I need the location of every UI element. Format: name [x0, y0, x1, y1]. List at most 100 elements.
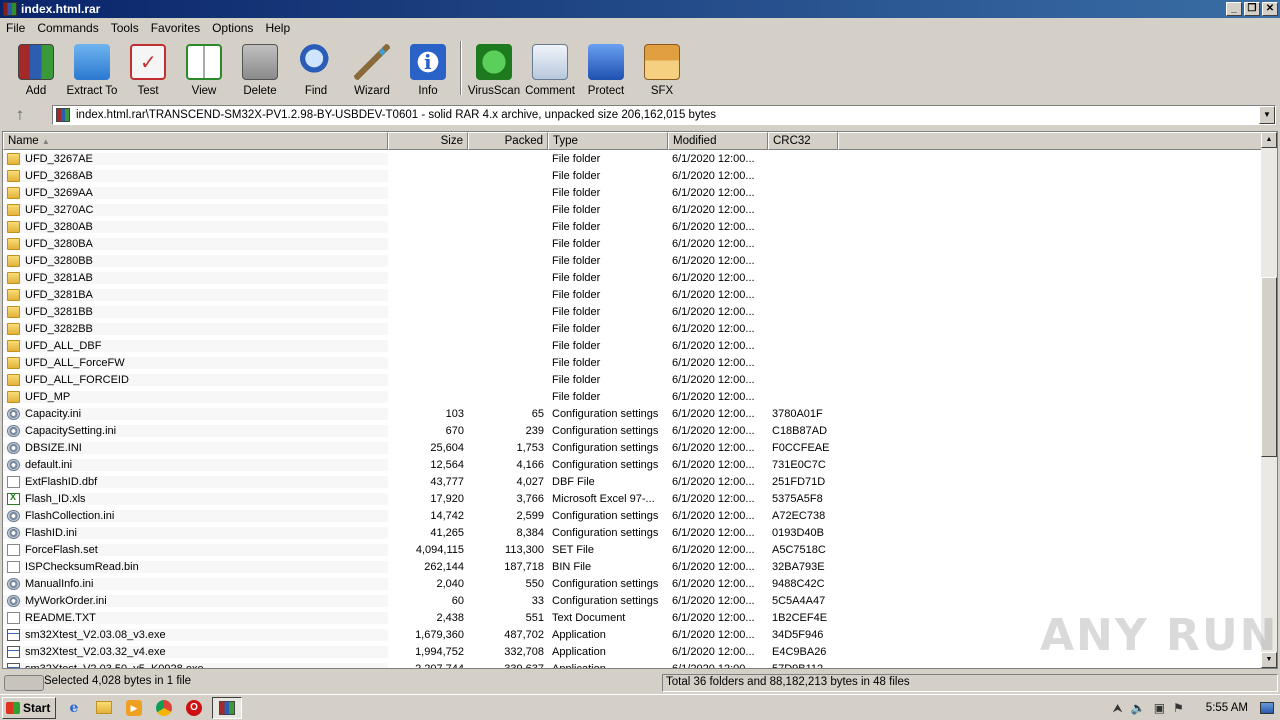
- action-center-flag-icon[interactable]: ⚑: [1173, 701, 1184, 715]
- virusscan-button[interactable]: VirusScan: [466, 38, 522, 97]
- volume-icon[interactable]: 🔈: [1131, 701, 1146, 715]
- file-row[interactable]: UFD_3281BA File folder 6/1/2020 12:00...: [3, 286, 1263, 303]
- virusscan-label: VirusScan: [467, 85, 521, 97]
- menu-commands[interactable]: Commands: [31, 21, 104, 35]
- column-modified[interactable]: Modified: [668, 132, 768, 150]
- restore-button[interactable]: ❐: [1244, 2, 1260, 16]
- menu-favorites[interactable]: Favorites: [145, 21, 206, 35]
- menu-help[interactable]: Help: [259, 21, 296, 35]
- file-row[interactable]: UFD_ALL_FORCEID File folder 6/1/2020 12:00…: [3, 371, 1263, 388]
- menu-tools[interactable]: Tools: [105, 21, 145, 35]
- extract-to-button[interactable]: Extract To: [64, 38, 120, 97]
- file-row[interactable]: DBSIZE.INI 25,604 1,753 Configuration setti…: [3, 439, 1263, 456]
- menu-options[interactable]: Options: [206, 21, 259, 35]
- file-type: File folder: [552, 220, 601, 233]
- file-rows: UFD_3267AE File folder 6/1/2020 12:00... UF…: [3, 150, 1263, 668]
- file-row[interactable]: UFD_3280BB File folder 6/1/2020 12:00...: [3, 252, 1263, 269]
- scroll-thumb[interactable]: [1261, 277, 1277, 457]
- find-button[interactable]: Find: [288, 38, 344, 97]
- file-row[interactable]: MyWorkOrder.ini 60 33 Configuration setting…: [3, 592, 1263, 609]
- file-size: 1,679,360: [415, 628, 464, 641]
- folder-icon: [7, 169, 20, 182]
- file-modified: 6/1/2020 12:00...: [672, 390, 755, 403]
- scroll-up-icon[interactable]: ▲: [1261, 132, 1277, 148]
- file-name: default.ini: [25, 458, 73, 471]
- file-list: Name ▲ Size Packed Type Modified CRC32 U…: [2, 131, 1278, 669]
- file-crc32: 32BA793E: [772, 560, 825, 573]
- wizard-button[interactable]: Wizard: [344, 38, 400, 97]
- tray-expand-icon[interactable]: ⮝: [1113, 701, 1123, 716]
- file-type: Configuration settings: [552, 594, 659, 607]
- file-row[interactable]: UFD_3268AB File folder 6/1/2020 12:00...: [3, 167, 1263, 184]
- file-row[interactable]: Capacity.ini 103 65 Configuration settings 6…: [3, 405, 1263, 422]
- internet-explorer-icon[interactable]: e: [62, 697, 86, 719]
- info-button[interactable]: Info: [400, 38, 456, 97]
- up-arrow-icon[interactable]: ⭡: [8, 105, 32, 125]
- vertical-scrollbar[interactable]: ▲ ▼: [1261, 132, 1277, 668]
- file-row[interactable]: UFD_3281AB File folder 6/1/2020 12:00...: [3, 269, 1263, 286]
- taskbar-winrar-button[interactable]: [212, 696, 242, 719]
- column-packed[interactable]: Packed: [468, 132, 548, 150]
- chrome-launch[interactable]: [152, 697, 176, 719]
- file-row[interactable]: UFD_MP File folder 6/1/2020 12:00...: [3, 388, 1263, 405]
- media-player-launch[interactable]: ▶: [122, 697, 146, 719]
- file-row[interactable]: UFD_3270AC File folder 6/1/2020 12:00...: [3, 201, 1263, 218]
- file-type: File folder: [552, 373, 601, 386]
- file-row[interactable]: UFD_3269AA File folder 6/1/2020 12:00...: [3, 184, 1263, 201]
- file-row[interactable]: ExtFlashID.dbf 43,777 4,027 DBF File 6/1/202…: [3, 473, 1263, 490]
- column-size[interactable]: Size: [388, 132, 468, 150]
- file-row[interactable]: ForceFlash.set 4,094,115 113,300 SET File 6/…: [3, 541, 1263, 558]
- view-button[interactable]: View: [176, 38, 232, 97]
- view-book-icon: [186, 44, 222, 80]
- application-icon: [7, 628, 20, 641]
- protect-button[interactable]: Protect: [578, 38, 634, 97]
- file-row[interactable]: ISPChecksumRead.bin 262,144 187,718 BIN Fil…: [3, 558, 1263, 575]
- delete-button[interactable]: Delete: [232, 38, 288, 97]
- file-size: 43,777: [430, 475, 464, 488]
- explorer-launch[interactable]: [92, 697, 116, 719]
- clock[interactable]: 5:55 AM: [1206, 702, 1248, 714]
- file-crc32: 731E0C7C: [772, 458, 826, 471]
- test-button[interactable]: Test: [120, 38, 176, 97]
- add-button[interactable]: Add: [8, 38, 64, 97]
- file-row[interactable]: UFD_ALL_ForceFW File folder 6/1/2020 12:00…: [3, 354, 1263, 371]
- file-row[interactable]: UFD_3267AE File folder 6/1/2020 12:00...: [3, 150, 1263, 167]
- file-name: UFD_3280BA: [25, 237, 93, 250]
- opera-launch[interactable]: O: [182, 697, 206, 719]
- config-file-icon: [7, 594, 20, 607]
- comment-button[interactable]: Comment: [522, 38, 578, 97]
- column-crc32[interactable]: CRC32: [768, 132, 838, 150]
- file-type: Configuration settings: [552, 407, 659, 420]
- file-row[interactable]: UFD_3280AB File folder 6/1/2020 12:00...: [3, 218, 1263, 235]
- delete-trash-icon: [242, 44, 278, 80]
- menu-bar: File Commands Tools Favorites Options He…: [0, 18, 1280, 38]
- status-bar: Selected 4,028 bytes in 1 file Total 36 …: [0, 673, 1280, 693]
- show-desktop-icon[interactable]: [1260, 702, 1274, 714]
- column-name[interactable]: Name ▲: [3, 132, 388, 150]
- file-row[interactable]: UFD_3280BA File folder 6/1/2020 12:00...: [3, 235, 1263, 252]
- file-row[interactable]: Flash_ID.xls 17,920 3,766 Microsoft Excel 9…: [3, 490, 1263, 507]
- network-icon[interactable]: ▣: [1154, 701, 1165, 715]
- file-row[interactable]: sm32Xtest_V2.03.50_v5_K0928.exe 2,207,744…: [3, 660, 1263, 668]
- file-row[interactable]: UFD_3281BB File folder 6/1/2020 12:00...: [3, 303, 1263, 320]
- file-type: Configuration settings: [552, 441, 659, 454]
- path-dropdown-icon[interactable]: ▼: [1259, 106, 1275, 124]
- sfx-button[interactable]: SFX: [634, 38, 690, 97]
- path-field[interactable]: index.html.rar\TRANSCEND-SM32X-PV1.2.98-…: [52, 105, 1276, 125]
- start-button[interactable]: Start: [2, 696, 56, 719]
- file-name-cell: UFD_ALL_ForceFW: [3, 356, 388, 369]
- file-row[interactable]: FlashID.ini 41,265 8,384 Configuration sett…: [3, 524, 1263, 541]
- file-row[interactable]: default.ini 12,564 4,166 Configuration sett…: [3, 456, 1263, 473]
- file-row[interactable]: ManualInfo.ini 2,040 550 Configuration sett…: [3, 575, 1263, 592]
- sort-ascending-icon: ▲: [41, 137, 50, 146]
- file-name-cell: ISPChecksumRead.bin: [3, 560, 388, 573]
- file-row[interactable]: UFD_3282BB File folder 6/1/2020 12:00...: [3, 320, 1263, 337]
- column-type[interactable]: Type: [548, 132, 668, 150]
- file-row[interactable]: CapacitySetting.ini 670 239 Configuration s…: [3, 422, 1263, 439]
- file-name: README.TXT: [25, 611, 96, 624]
- menu-file[interactable]: File: [0, 21, 31, 35]
- file-row[interactable]: FlashCollection.ini 14,742 2,599 Configurat…: [3, 507, 1263, 524]
- file-row[interactable]: UFD_ALL_DBF File folder 6/1/2020 12:00...: [3, 337, 1263, 354]
- minimize-button[interactable]: _: [1226, 2, 1242, 16]
- close-button[interactable]: ✕: [1262, 2, 1278, 16]
